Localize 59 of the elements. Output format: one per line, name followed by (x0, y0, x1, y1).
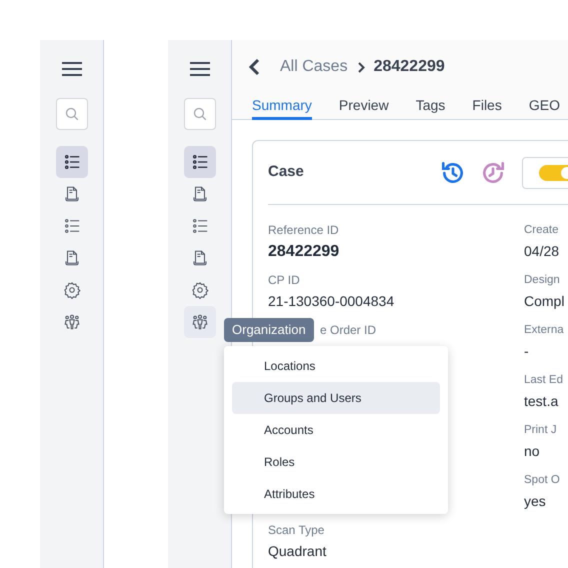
field-label: Print J (524, 423, 558, 438)
sidebar-item[interactable] (184, 146, 216, 178)
tab[interactable]: Summary (252, 94, 312, 120)
document-icon (62, 249, 80, 267)
tab[interactable]: Tags (416, 94, 446, 120)
list-icon (190, 153, 208, 171)
field-label: e Order ID (320, 322, 378, 338)
list-icon (62, 153, 80, 171)
field-value: Compl (524, 292, 564, 311)
field-value: no (524, 442, 541, 461)
field-value: 04/28 (524, 242, 560, 261)
field-label: Externa (524, 323, 564, 338)
list-icon (190, 217, 208, 235)
menu-icon (60, 61, 82, 77)
document-icon (190, 249, 208, 267)
menu-item[interactable]: Accounts (232, 414, 440, 446)
document-icon (190, 185, 208, 203)
sidebar-item[interactable] (56, 146, 88, 178)
history-icon[interactable] (440, 160, 466, 186)
field-label: Last Ed (524, 373, 564, 388)
field-label: Create (524, 223, 560, 238)
sidebar-item[interactable] (184, 306, 216, 338)
chevron-left-icon (248, 58, 260, 76)
field-label: Scan Type (268, 522, 326, 538)
field-label: CP ID (268, 272, 301, 288)
list-icon (62, 217, 80, 235)
tooltip: Organization (224, 318, 314, 342)
field-label: Spot O (524, 473, 561, 488)
menu-item[interactable]: Locations (232, 350, 440, 382)
document-icon (62, 185, 80, 203)
field-value: - (524, 342, 530, 361)
search-icon (192, 107, 206, 121)
tab[interactable]: Files (472, 94, 502, 120)
breadcrumb-current: 28422299 (374, 57, 445, 77)
menu-item[interactable]: Groups and Users (232, 382, 440, 414)
history-icon[interactable] (480, 160, 506, 186)
tab[interactable]: Preview (338, 94, 389, 120)
field-label: Reference ID (268, 222, 340, 238)
menu-button[interactable] (188, 61, 212, 77)
menu-item[interactable]: Attributes (232, 478, 440, 510)
search-icon (64, 107, 78, 121)
menu-button[interactable] (60, 61, 84, 77)
field-value: yes (524, 492, 547, 511)
settings-icon (190, 281, 208, 299)
breadcrumb-link[interactable]: All Cases (280, 55, 348, 79)
card-title: Case (268, 162, 305, 182)
toggle-switch[interactable] (539, 164, 568, 180)
chevron-right-icon (356, 62, 365, 72)
menu-item[interactable]: Roles (232, 446, 440, 478)
settings-icon (62, 281, 80, 299)
field-value: test.a (524, 392, 560, 411)
people-icon (62, 313, 80, 331)
menu-icon (188, 61, 210, 77)
field-value: 21-130360-0004834 (268, 292, 396, 311)
people-icon (190, 313, 208, 331)
field-value: 28422299 (268, 242, 340, 262)
tab[interactable]: GEO (528, 94, 560, 120)
field-value: Quadrant (268, 542, 328, 561)
field-label: Design (524, 273, 561, 288)
